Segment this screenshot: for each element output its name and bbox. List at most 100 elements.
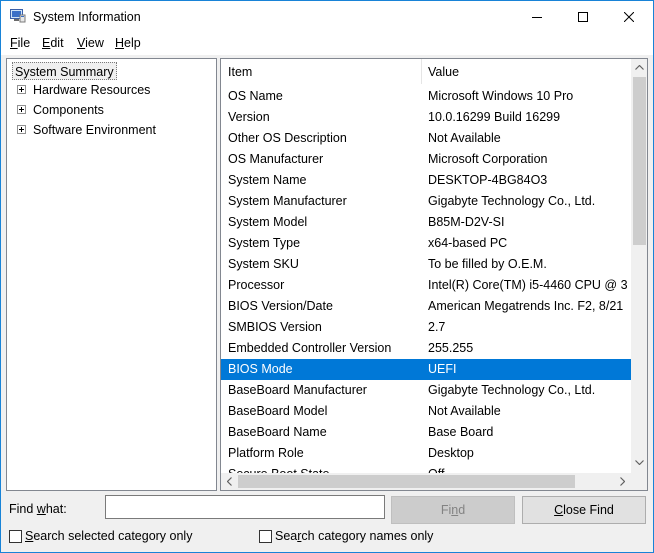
minimize-button[interactable] — [514, 1, 560, 33]
close-icon — [624, 12, 634, 22]
menu-view[interactable]: View — [77, 36, 104, 50]
row-item-value: Not Available — [428, 131, 501, 145]
column-divider[interactable] — [421, 59, 422, 84]
tree-item-system-summary[interactable]: System Summary — [12, 62, 117, 80]
column-header-value[interactable]: Value — [428, 65, 459, 79]
list-row[interactable]: BIOS Version/Date American Megatrends Inc… — [221, 296, 631, 317]
close-button[interactable] — [606, 1, 652, 33]
vertical-scroll-thumb[interactable] — [633, 77, 646, 245]
row-item-value: 2.7 — [428, 320, 446, 334]
horizontal-scroll-thumb[interactable] — [238, 475, 575, 488]
row-item-value: 10.0.16299 Build 16299 — [428, 110, 561, 124]
system-information-icon — [10, 9, 26, 23]
expand-plus-icon[interactable] — [17, 125, 26, 134]
menu-help[interactable]: Help — [115, 36, 141, 50]
menu-file[interactable]: File — [10, 36, 30, 50]
row-item-value: 255.255 — [428, 341, 474, 355]
list-row[interactable]: BIOS Mode UEFI — [221, 359, 631, 380]
horizontal-scrollbar[interactable] — [221, 473, 631, 490]
system-information-window: System Information File Edit View Help S… — [0, 0, 654, 553]
row-item-name: BIOS Version/Date — [228, 299, 333, 313]
row-item-value: American Megatrends Inc. F2, 8/21 — [428, 299, 624, 313]
list-row[interactable]: Platform Role Desktop — [221, 443, 631, 464]
row-item-value: UEFI — [428, 362, 457, 376]
find-button[interactable]: Fi n d — [391, 496, 515, 524]
find-what-input[interactable] — [105, 495, 385, 519]
row-item-value: Desktop — [428, 446, 474, 460]
list-row[interactable]: OS Name Microsoft Windows 10 Pro — [221, 86, 631, 107]
window-title: System Information — [33, 10, 141, 24]
scroll-right-arrow-icon[interactable] — [620, 477, 625, 486]
scroll-left-arrow-icon[interactable] — [227, 477, 232, 486]
expand-plus-icon[interactable] — [17, 105, 26, 114]
row-item-name: System Name — [228, 173, 307, 187]
list-row[interactable]: System Type x64-based PC — [221, 233, 631, 254]
list-header: Item Value — [221, 59, 631, 86]
details-list[interactable]: Item Value OS Name Microsoft Windows 10 P… — [220, 58, 648, 491]
tree-item-hardware-resources[interactable]: Hardware Resources — [7, 81, 207, 99]
row-item-name: Platform Role — [228, 446, 304, 460]
row-item-value: x64-based PC — [428, 236, 508, 250]
row-item-name: Processor — [228, 278, 285, 292]
search-selected-category-checkbox[interactable]: Search selected category only — [9, 529, 209, 544]
row-item-value: Gigabyte Technology Co., Ltd. — [428, 194, 596, 208]
row-item-name: Embedded Controller Version — [228, 341, 392, 355]
maximize-icon — [578, 12, 588, 22]
row-item-value: Not Available — [428, 404, 501, 418]
list-row[interactable]: Other OS Description Not Available — [221, 128, 631, 149]
row-item-name: BaseBoard Manufacturer — [228, 383, 367, 397]
scroll-down-arrow-icon[interactable] — [635, 460, 644, 465]
row-item-value: Intel(R) Core(TM) i5-4460 CPU @ 3 — [428, 278, 628, 292]
row-item-name: OS Name — [228, 89, 283, 103]
row-item-name: System Manufacturer — [228, 194, 347, 208]
vertical-scrollbar[interactable] — [631, 59, 647, 473]
expand-plus-icon[interactable] — [17, 85, 26, 94]
row-item-value: Base Board — [428, 425, 494, 439]
list-row[interactable]: SMBIOS Version 2.7 — [221, 317, 631, 338]
category-tree[interactable]: System Summary Hardware Resources Compon… — [6, 58, 217, 491]
list-row[interactable]: System Name DESKTOP-4BG84O3 — [221, 170, 631, 191]
column-header-item[interactable]: Item — [228, 65, 252, 79]
row-item-name: BaseBoard Model — [228, 404, 328, 418]
list-row[interactable]: System Model B85M-D2V-SI — [221, 212, 631, 233]
list-row[interactable]: Embedded Controller Version 255.255 — [221, 338, 631, 359]
row-item-name: Other OS Description — [228, 131, 347, 145]
list-row[interactable]: System SKU To be filled by O.E.M. — [221, 254, 631, 275]
row-item-name: BaseBoard Name — [228, 425, 327, 439]
list-row[interactable]: Version 10.0.16299 Build 16299 — [221, 107, 631, 128]
checkbox-unchecked-icon[interactable] — [9, 530, 22, 543]
maximize-button[interactable] — [560, 1, 606, 33]
tree-item-software-environment[interactable]: Software Environment — [7, 121, 207, 139]
row-item-name: System Type — [228, 236, 301, 250]
row-item-value: B85M-D2V-SI — [428, 215, 505, 229]
list-row[interactable]: BaseBoard Model Not Available — [221, 401, 631, 422]
title-bar[interactable]: System Information — [1, 1, 653, 33]
row-item-name: BIOS Mode — [228, 362, 293, 376]
row-item-value: Microsoft Windows 10 Pro — [428, 89, 574, 103]
row-item-name: Version — [228, 110, 270, 124]
scroll-up-arrow-icon[interactable] — [635, 65, 644, 70]
row-item-value: Gigabyte Technology Co., Ltd. — [428, 383, 596, 397]
tree-item-components[interactable]: Components — [7, 101, 207, 119]
list-rows: OS Name Microsoft Windows 10 Pro Version 10… — [221, 86, 631, 474]
list-row[interactable]: OS Manufacturer Microsoft Corporation — [221, 149, 631, 170]
list-row[interactable]: System Manufacturer Gigabyte Technology C… — [221, 191, 631, 212]
list-row[interactable]: Processor Intel(R) Core(TM) i5-4460 CPU @… — [221, 275, 631, 296]
minimize-icon — [532, 17, 542, 18]
close-find-button[interactable]: Close Find — [522, 496, 646, 524]
scrollbar-corner — [631, 473, 647, 490]
row-item-value: Microsoft Corporation — [428, 152, 548, 166]
row-item-name: OS Manufacturer — [228, 152, 324, 166]
row-item-name: SMBIOS Version — [228, 320, 322, 334]
row-item-value: DESKTOP-4BG84O3 — [428, 173, 548, 187]
list-row[interactable]: BaseBoard Name Base Board — [221, 422, 631, 443]
search-category-names-checkbox[interactable]: Search category names only — [259, 529, 449, 544]
menu-bar: File Edit View Help — [1, 33, 653, 55]
find-what-label: Find what: — [9, 502, 67, 516]
checkbox-unchecked-icon[interactable] — [259, 530, 272, 543]
menu-edit[interactable]: Edit — [42, 36, 64, 50]
row-item-name: System SKU — [228, 257, 299, 271]
row-item-value: To be filled by O.E.M. — [428, 257, 547, 271]
row-item-name: System Model — [228, 215, 308, 229]
list-row[interactable]: BaseBoard Manufacturer Gigabyte Technolog… — [221, 380, 631, 401]
